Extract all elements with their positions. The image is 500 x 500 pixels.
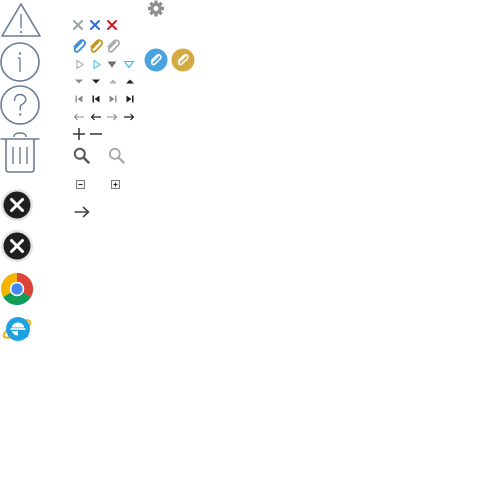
info-icon (0, 42, 42, 84)
plus-icon[interactable] (72, 127, 86, 141)
paperclip-blue-icon[interactable] (71, 38, 87, 54)
triangle-down-gray-icon[interactable] (106, 60, 118, 69)
skip-first-gray-icon[interactable] (74, 94, 84, 104)
paperclip-badge-gold-icon[interactable] (171, 48, 195, 72)
triangle-right-blue-icon[interactable] (92, 59, 102, 70)
arrow-left-dark-icon[interactable] (90, 112, 102, 122)
close-gray-icon[interactable] (72, 19, 84, 31)
arrow-right-gray-icon[interactable] (106, 112, 118, 122)
help-icon (0, 85, 42, 127)
skip-first-dark-icon[interactable] (91, 94, 101, 104)
search-light-icon[interactable] (108, 147, 126, 164)
close-blue-icon[interactable] (89, 19, 101, 31)
arrow-left-gray-icon[interactable] (73, 112, 85, 122)
caret-down-gray-icon[interactable] (74, 78, 84, 85)
gear-icon[interactable] (147, 0, 165, 17)
expand-box-icon[interactable] (111, 180, 121, 190)
skip-last-dark-icon[interactable] (125, 94, 135, 104)
paperclip-gold-icon[interactable] (88, 38, 104, 54)
triangle-right-outline-icon[interactable] (75, 59, 85, 70)
internet-explorer-icon (0, 312, 36, 346)
paperclip-badge-blue-icon[interactable] (144, 48, 168, 72)
paperclip-gray-icon[interactable] (105, 38, 121, 54)
warning-icon (0, 2, 42, 38)
caret-down-dark-icon[interactable] (91, 78, 101, 85)
minus-icon[interactable] (89, 127, 103, 141)
trash-icon (0, 131, 42, 173)
chrome-browser-icon (0, 272, 34, 306)
caret-up-dark-icon[interactable] (125, 78, 135, 85)
arrow-right-large-icon[interactable] (73, 205, 91, 219)
close-circle-hover-icon[interactable] (0, 229, 34, 263)
close-circle-icon[interactable] (0, 188, 34, 222)
caret-up-gray-icon[interactable] (108, 78, 118, 85)
search-dark-icon[interactable] (73, 147, 91, 164)
close-red-icon[interactable] (106, 19, 118, 31)
skip-last-gray-icon[interactable] (108, 94, 118, 104)
triangle-down-cyan-icon[interactable] (123, 60, 135, 69)
arrow-right-dark-icon[interactable] (123, 112, 135, 122)
collapse-box-icon[interactable] (76, 180, 86, 190)
